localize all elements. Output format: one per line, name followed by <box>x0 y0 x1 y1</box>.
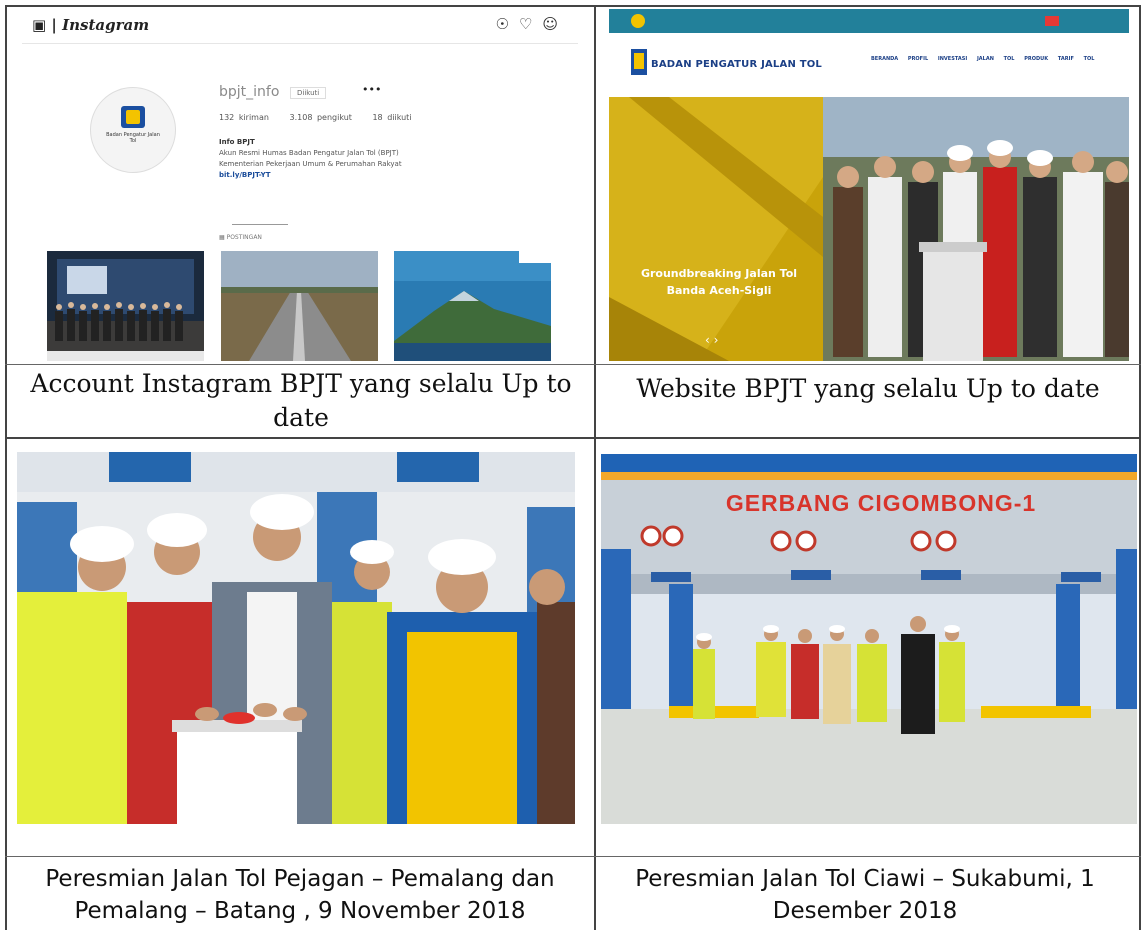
avatar-caption: Badan Pengatur Jalan Tol <box>106 132 160 144</box>
following-count: 18 diikuti <box>372 113 412 122</box>
nav-item-beranda: BERANDA <box>871 56 899 62</box>
nav-item-profil: PROFIL <box>907 56 929 62</box>
toll-road-photo <box>221 251 378 361</box>
mountain-photo <box>394 251 551 361</box>
photo-pejagan-inauguration <box>17 452 575 824</box>
followers-count: 3.108 pengikut <box>289 113 352 122</box>
website-top-bar <box>609 9 1129 33</box>
bpjt-logo-icon <box>121 106 145 128</box>
slider-arrows-icon: ‹ › <box>705 333 719 347</box>
tab-posts: ▦ POSTINGAN <box>219 234 262 241</box>
posts-count: 132 kiriman <box>219 113 269 122</box>
border-middle-vertical <box>594 5 596 930</box>
gate-sign: GERBANG CIGOMBONG-1 <box>725 490 1037 516</box>
bpjt-logo-icon <box>631 49 647 75</box>
profile-bio: Info BPJT Akun Resmi Humas Badan Pengatu… <box>219 137 449 181</box>
camera-icon: ▣ <box>32 16 47 34</box>
groundbreaking-photo <box>823 97 1129 361</box>
inauguration-photo-1 <box>17 452 575 824</box>
compass-icon: ☉ <box>495 15 519 33</box>
instagram-logo: ▣ | Instagram <box>32 16 150 34</box>
website-nav: BERANDA PROFIL INVESTASI JALAN TOL PRODU… <box>871 56 1094 62</box>
hero-text: Groundbreaking Jalan Tol Banda Aceh-Sigl… <box>640 267 798 297</box>
profile-username: bpjt_info <box>219 84 280 100</box>
border-right <box>1139 5 1141 930</box>
grid-icon: ▦ <box>219 234 225 241</box>
caption-instagram: Account Instagram BPJT yang selalu Up to… <box>30 369 572 432</box>
more-options: ••• <box>362 83 382 96</box>
bio-link: bit.ly/BPJT-YT <box>219 171 271 179</box>
document-grid: ▣ | Instagram ☉♡☺ Badan Pengatur Jalan T… <box>0 0 1143 930</box>
post-thumbnail-3 <box>394 251 551 361</box>
instagram-screenshot: ▣ | Instagram ☉♡☺ Badan Pengatur Jalan T… <box>22 9 578 361</box>
photo-cigombong-gate: GERBANG CIGOMBONG-1 <box>601 454 1137 824</box>
globe-icon <box>631 14 645 28</box>
hero-pattern <box>609 97 823 361</box>
instagram-nav-icons: ☉♡☺ <box>495 15 568 33</box>
instagram-header: ▣ | Instagram ☉♡☺ <box>22 9 578 44</box>
bio-title: Info BPJT <box>219 138 255 146</box>
border-row3-bottom <box>5 856 1141 857</box>
flag-icon <box>1045 16 1059 26</box>
border-top <box>5 5 1141 7</box>
hero-banner: Groundbreaking Jalan Tol Banda Aceh-Sigl… <box>609 97 823 361</box>
caption-ciawi: Peresmian Jalan Tol Ciawi – Sukabumi, 1 … <box>635 865 1095 924</box>
border-row2-bottom <box>5 437 1141 439</box>
post-thumbnail-2 <box>221 251 378 361</box>
profile-stats: 132 kiriman 3.108 pengikut 18 diikuti <box>219 113 428 122</box>
nav-item-produk: PRODUK <box>1024 56 1049 62</box>
website-screenshot: BADAN PENGATUR JALAN TOL BERANDA PROFIL … <box>609 9 1129 361</box>
nav-item-jalan-tol: JALAN TOL <box>976 56 1015 62</box>
heart-icon: ♡ <box>518 15 543 33</box>
profile-icon: ☺ <box>542 15 568 33</box>
border-row1-bottom <box>5 364 1141 365</box>
bio-line-1: Akun Resmi Humas Badan Pengatur Jalan To… <box>219 149 399 157</box>
nav-item-tarif-tol: TARIF TOL <box>1057 56 1095 62</box>
tab-indicator <box>232 224 288 225</box>
caption-pejagan: Peresmian Jalan Tol Pejagan – Pemalang d… <box>45 865 555 924</box>
hero-photo <box>823 97 1129 361</box>
avatar: Badan Pengatur Jalan Tol <box>90 87 176 173</box>
nav-item-investasi: INVESTASI <box>937 56 968 62</box>
bio-line-2: Kementerian Pekerjaan Umum & Perumahan R… <box>219 160 402 168</box>
post-thumbnail-1 <box>47 251 204 361</box>
caption-website: Website BPJT yang selalu Up to date <box>636 374 1100 404</box>
meeting-room-photo <box>47 251 204 361</box>
border-left <box>5 5 7 930</box>
org-name: BADAN PENGATUR JALAN TOL <box>651 59 822 70</box>
follow-button: Diikuti <box>290 87 327 99</box>
